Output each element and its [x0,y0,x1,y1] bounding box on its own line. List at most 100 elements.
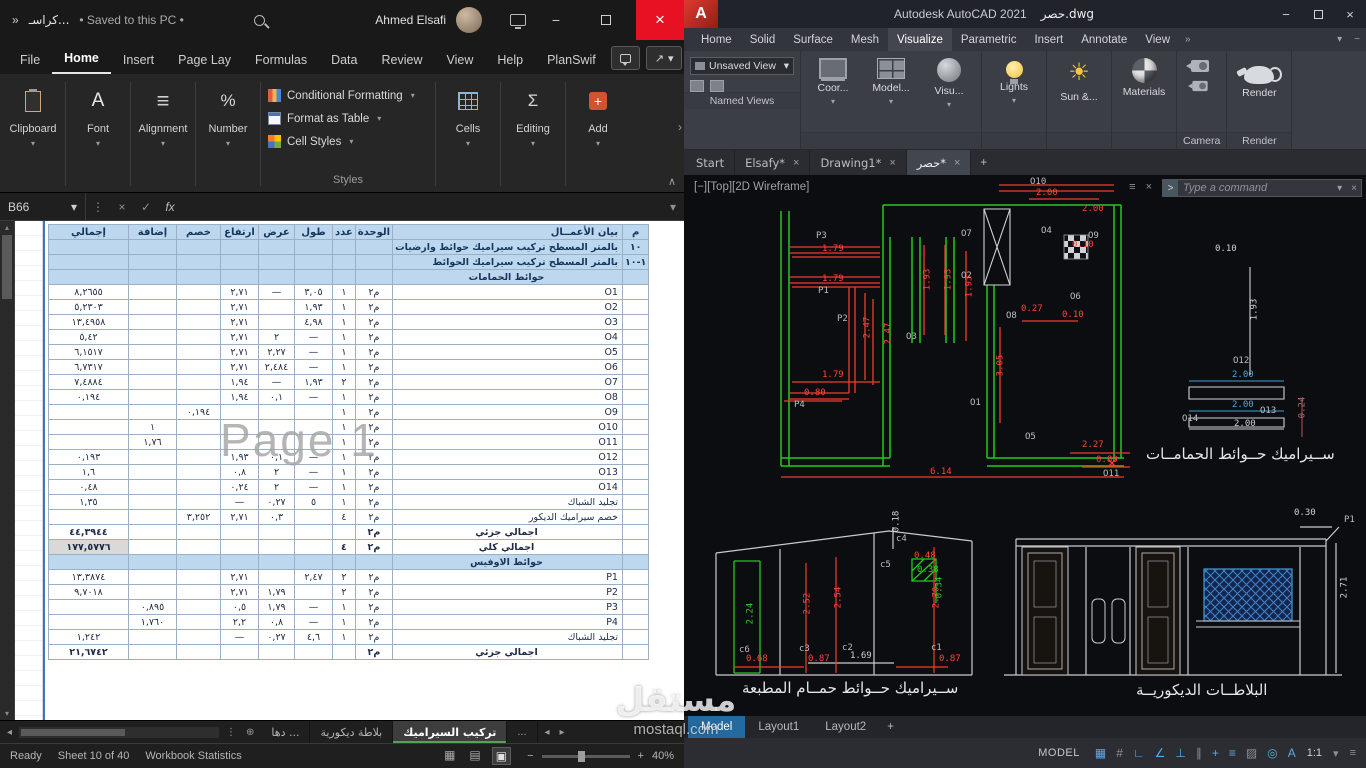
cell[interactable]: ١ [332,329,356,345]
cell[interactable]: حوائط الاوفيس [392,554,623,570]
close-icon[interactable]: × [889,157,895,169]
cell[interactable] [48,434,129,450]
cell[interactable] [621,479,650,495]
cell[interactable]: ١,٩٤ [220,389,259,405]
cell[interactable] [294,254,333,270]
search-icon[interactable] [253,14,265,26]
ribbon-tab-home[interactable]: Home [52,43,111,74]
cell[interactable] [332,644,356,660]
cell[interactable] [128,464,177,480]
column-header[interactable]: الوحدة [354,224,394,240]
cell[interactable]: ٥,٤٢ [48,329,129,345]
scroll-up-icon[interactable]: ▴ [0,223,14,232]
osnap-icon[interactable]: ⊥ [1175,746,1185,760]
cell[interactable]: ١,٩٣ [294,374,333,390]
cell[interactable]: P2 [392,584,623,600]
cell[interactable] [128,584,177,600]
cell[interactable] [258,254,295,270]
tabs-scroll-left-icon[interactable]: ◂ [542,727,553,738]
camera-icon[interactable] [1188,80,1208,92]
cell[interactable]: م٢ [354,404,394,420]
page-break-preview-icon[interactable]: ▣ [491,747,512,765]
cell[interactable]: ٢ [332,374,356,390]
cell[interactable] [220,404,259,420]
cell[interactable]: ١ [332,389,356,405]
viewport-controls[interactable]: [−][Top][2D Wireframe] [694,181,809,193]
cell[interactable]: ٠,٢٤ [220,479,259,495]
cell[interactable] [621,404,650,420]
column-header[interactable]: خصم [176,224,221,240]
cell[interactable]: ٠,٤٨ [48,479,129,495]
close-icon[interactable]: × [954,157,960,169]
cell[interactable] [128,254,177,270]
cell[interactable]: ١ [332,434,356,450]
cell[interactable] [128,374,177,390]
name-box[interactable]: B66 ▾ [0,193,86,220]
zoom-level[interactable]: 40% [652,750,674,762]
cell[interactable]: م٢ [354,389,394,405]
styles-item-format-as-table[interactable]: Format as Table ▾ [268,107,428,130]
cell[interactable]: خصم سيراميك الديكور [392,509,623,525]
cell[interactable]: م٢ [354,344,394,360]
cell[interactable]: — [294,389,333,405]
model-space-indicator[interactable]: MODEL [1038,747,1080,759]
cell[interactable] [294,554,333,570]
cell[interactable] [128,389,177,405]
cell[interactable] [332,269,356,285]
cell[interactable] [258,644,295,660]
ribbon-tab-data[interactable]: Data [319,45,369,74]
cell[interactable] [258,299,295,315]
cell[interactable] [621,374,650,390]
ribbon-tab-visualize[interactable]: Visualize [888,28,952,51]
page-layout-view-icon[interactable]: ▤ [466,747,483,765]
panel-footer[interactable]: Named Views [684,92,800,109]
cell[interactable] [258,539,295,555]
minimize-button[interactable]: − [1270,0,1302,28]
cell[interactable]: اجمالي جزئي [392,524,623,540]
layout-tab-layout2[interactable]: Layout2 [812,716,879,738]
maximize-button[interactable] [586,0,626,40]
cell[interactable]: ١ [332,494,356,510]
cell[interactable] [220,419,259,435]
cell[interactable]: م٢ [354,524,394,540]
cell[interactable]: م٢ [354,509,394,525]
command-search-icon[interactable]: ▾ [1337,183,1346,194]
cell[interactable] [128,269,177,285]
polar-tracking-icon[interactable]: ∠ [1155,746,1166,760]
cell[interactable]: ٠,١٩٤ [176,404,221,420]
cell[interactable]: ٢ [332,584,356,600]
cell[interactable] [294,434,333,450]
cell[interactable] [48,509,129,525]
cell[interactable]: O4 [392,329,623,345]
cell[interactable] [176,449,221,465]
cell[interactable]: ١ [332,599,356,615]
cell[interactable] [621,314,650,330]
cell[interactable] [128,554,177,570]
ribbon-tab-page-lay[interactable]: Page Lay [166,45,243,74]
cell[interactable]: ١ [332,314,356,330]
zoom-out-icon[interactable]: − [527,750,533,762]
cell[interactable]: ٢,٤٧ [294,569,333,585]
cell[interactable] [621,464,650,480]
cell[interactable]: م٢ [354,569,394,585]
panel-footer[interactable]: Render [1227,132,1292,149]
cell[interactable]: م٢ [354,464,394,480]
cell[interactable] [128,404,177,420]
cell[interactable] [621,509,650,525]
cell[interactable] [258,269,295,285]
cell[interactable] [220,434,259,450]
cell[interactable]: ٠,١٩٣ [48,449,129,465]
ribbon-group-align[interactable]: Alignment ▾ [132,76,194,192]
cell[interactable]: O1 [392,284,623,300]
file-tab-start[interactable]: Start [686,150,736,175]
cell[interactable] [128,344,177,360]
cell[interactable]: ٠,١ [258,389,295,405]
cell[interactable]: — [220,494,259,510]
styles-item-cell-styles[interactable]: Cell Styles ▾ [268,130,428,153]
cell[interactable] [258,554,295,570]
cell[interactable]: — [294,359,333,375]
cell[interactable] [176,389,221,405]
row-header-gutter[interactable] [15,221,43,720]
cell[interactable]: ٢,٧١ [220,314,259,330]
cell[interactable] [354,554,394,570]
